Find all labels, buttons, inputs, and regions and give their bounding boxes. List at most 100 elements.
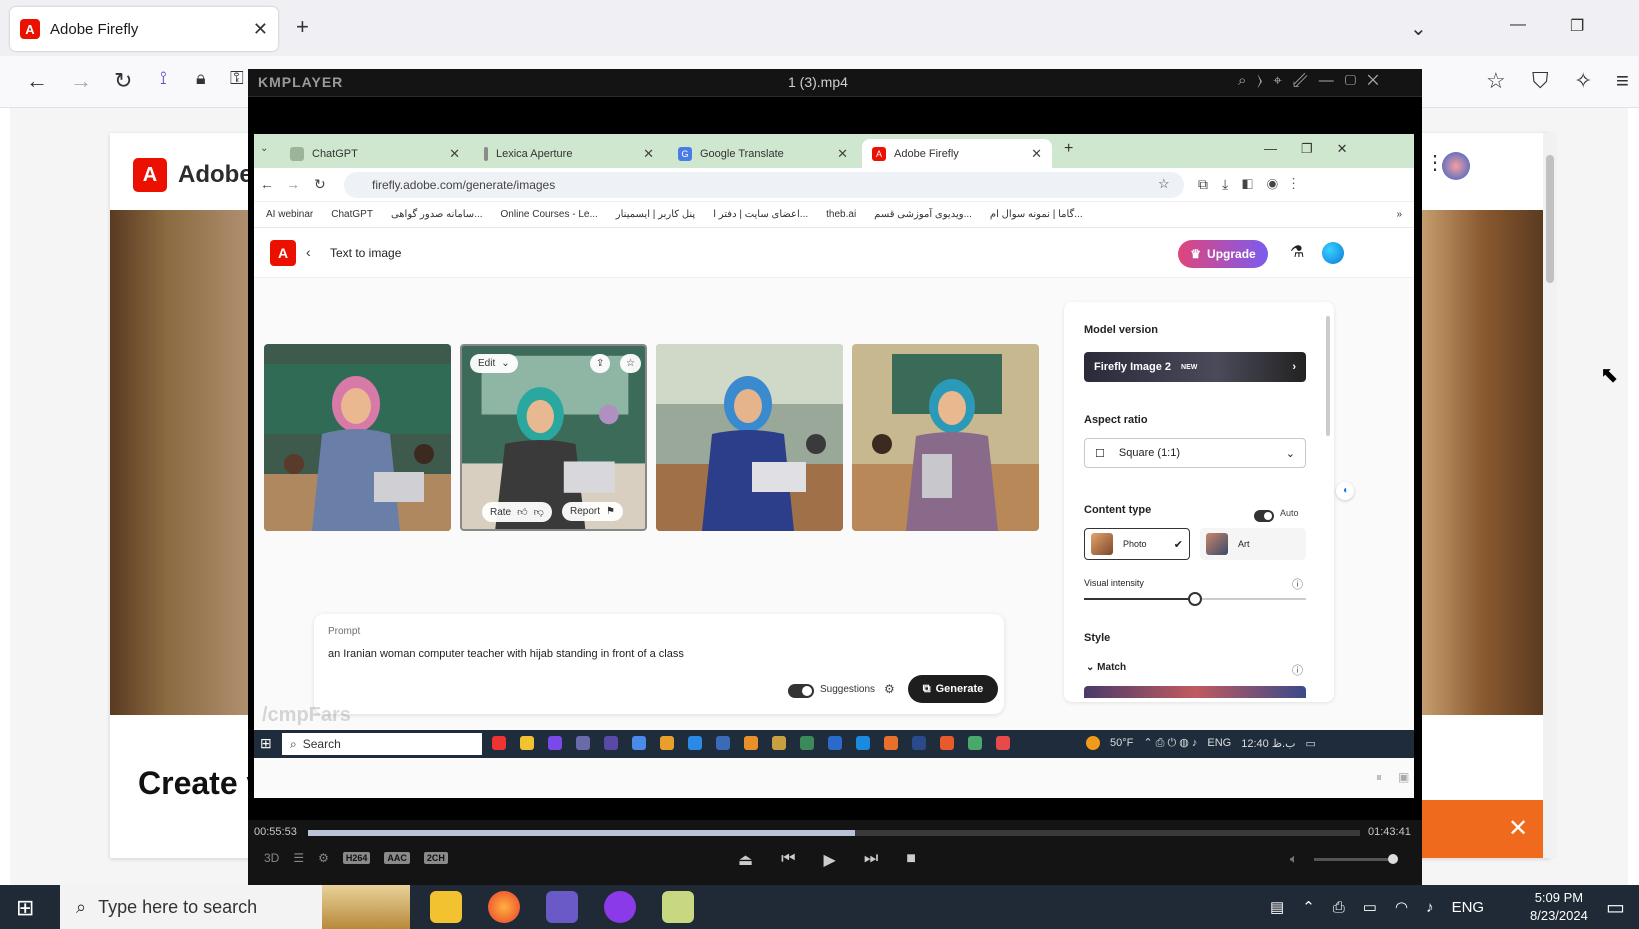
bookmark-item[interactable]: Online Courses - Le...	[501, 209, 598, 220]
pause-small-icon[interactable]: ⏸	[1376, 770, 1382, 785]
app-icon[interactable]	[912, 736, 926, 750]
outer-tab-close-icon[interactable]: ✕	[253, 19, 268, 40]
info-icon[interactable]: ⓘ	[1292, 662, 1303, 678]
bookmark-item[interactable]: theb.ai	[826, 209, 856, 220]
suggestions-toggle[interactable]	[788, 684, 814, 698]
generated-image-1[interactable]	[264, 344, 451, 531]
aspect-ratio-select[interactable]: ☐ Square (1:1) ⌄	[1084, 438, 1306, 468]
inner-tab-adobe-firefly[interactable]: A Adobe Firefly ✕	[862, 139, 1052, 168]
taskbar-search-box[interactable]: ⌕ Type here to search	[60, 885, 410, 929]
bookmark-item[interactable]: سامانه صدور گواهی...	[391, 209, 483, 220]
firefox-icon[interactable]	[488, 891, 520, 923]
folder-icon[interactable]	[520, 736, 534, 750]
3d-toggle-button[interactable]: 3D	[264, 851, 279, 865]
content-type-auto-toggle[interactable]	[1254, 510, 1274, 522]
edit-button[interactable]: Edit ⌄	[470, 354, 518, 373]
speaker-icon[interactable]: ♪	[1426, 899, 1434, 916]
report-button[interactable]: Report ⚑	[562, 502, 623, 521]
model-version-selector[interactable]: Firefly Image 2 NEW ›	[1084, 352, 1306, 382]
content-type-art[interactable]: Art	[1200, 528, 1306, 560]
inner-tab-close-icon[interactable]: ✕	[1031, 146, 1042, 162]
flask-icon[interactable]: ⚗	[1290, 242, 1304, 262]
stop-icon[interactable]: ■	[906, 850, 916, 870]
app-icon[interactable]	[828, 736, 842, 750]
weather-icon[interactable]	[1086, 736, 1100, 750]
inner-tab-search-icon[interactable]: ⌄	[260, 143, 268, 154]
content-type-photo[interactable]: Photo ✔	[1084, 528, 1190, 560]
collapse-panel-icon[interactable]: ◖	[1336, 482, 1354, 500]
reload-icon[interactable]: ↻	[114, 68, 132, 94]
panel-scrollbar-thumb[interactable]	[1326, 316, 1330, 436]
screen-icon[interactable]: ▣	[1398, 770, 1409, 784]
file-explorer-icon[interactable]	[430, 891, 462, 923]
forward-arrow-icon[interactable]: →	[70, 68, 92, 94]
inner-new-tab-button[interactable]: +	[1064, 140, 1073, 158]
style-reference-image[interactable]	[1084, 686, 1306, 698]
extensions-icon[interactable]: ⟟	[160, 68, 167, 89]
bookmark-item[interactable]: ویدیوی آموزشی قسم...	[874, 209, 972, 220]
inner-back-icon[interactable]: ←	[260, 176, 274, 192]
outer-scrollbar-thumb[interactable]	[1546, 155, 1554, 283]
app-icon[interactable]	[772, 736, 786, 750]
settings-gear-icon[interactable]: ⚙	[318, 851, 329, 865]
app-icon[interactable]	[856, 736, 870, 750]
prompt-input[interactable]: an Iranian woman computer teacher with h…	[328, 648, 684, 660]
info-icon[interactable]: ⓘ	[1292, 576, 1303, 592]
app-icon[interactable]	[968, 736, 982, 750]
inner-search-box[interactable]: ⌕ Search	[282, 733, 482, 755]
generated-image-4[interactable]	[852, 344, 1039, 531]
bookmark-item[interactable]: ChatGPT	[331, 209, 373, 220]
previous-icon[interactable]: ⏮	[781, 850, 795, 870]
windows-start-icon[interactable]: ⊞	[16, 895, 34, 921]
adobe-logo-icon[interactable]: A	[133, 158, 167, 192]
inner-tab-close-icon[interactable]: ✕	[643, 146, 654, 162]
visual-intensity-knob[interactable]	[1188, 592, 1202, 606]
upgrade-button[interactable]: ♛ Upgrade	[1178, 240, 1268, 268]
playlist-icon[interactable]: ☰	[293, 851, 304, 865]
inner-bookmark-star-icon[interactable]: ☆	[1158, 176, 1170, 192]
next-icon[interactable]: ⏭	[864, 850, 878, 870]
bookmarks-more-icon[interactable]: »	[1396, 209, 1402, 220]
rate-control[interactable]: Rate 👍︎ 👎︎	[482, 502, 552, 522]
bookmark-item[interactable]: پنل کاربر | ایسمینار	[616, 209, 695, 220]
app-icon[interactable]	[884, 736, 898, 750]
app-icon[interactable]	[548, 736, 562, 750]
firefly-avatar[interactable]	[1322, 242, 1344, 264]
inner-tab-close-icon[interactable]: ✕	[837, 146, 848, 162]
thumbs-down-icon[interactable]: 👎︎	[534, 506, 544, 518]
inner-address-bar[interactable]: firefly.adobe.com/generate/images	[344, 172, 1184, 198]
inner-language[interactable]: ENG	[1207, 737, 1231, 749]
user-avatar[interactable]	[1442, 152, 1470, 180]
back-chevron-icon[interactable]: ‹	[306, 244, 311, 260]
star-icon[interactable]: ☆	[1486, 68, 1506, 94]
inner-tab-chatgpt[interactable]: ChatGPT ✕	[280, 139, 470, 168]
eject-icon[interactable]: ⏏	[738, 850, 753, 870]
notification-icon[interactable]: ▭	[1606, 895, 1625, 920]
thumbs-up-icon[interactable]: 👍︎	[517, 506, 527, 518]
generated-image-2[interactable]: Edit ⌄ ⇪ ☆ Rate 👍︎ 👎︎ Report ⚑	[460, 344, 647, 531]
generate-button[interactable]: ⧉ Generate	[908, 675, 998, 703]
outer-scrollbar[interactable]	[1543, 133, 1557, 858]
volume-slider[interactable]	[1314, 858, 1394, 861]
battery-icon[interactable]: ▭	[1363, 898, 1377, 916]
tray-icons[interactable]: ⌃ ⎙ ⏻ ◍ ♪	[1143, 736, 1197, 750]
kmplayer-logo[interactable]: KMPLAYER	[258, 74, 343, 90]
app-icon[interactable]	[800, 736, 814, 750]
outer-restore-button[interactable]: ❐	[1570, 16, 1584, 36]
app-icon[interactable]	[996, 736, 1010, 750]
match-expander[interactable]: ⌄ Match	[1086, 662, 1126, 673]
play-icon[interactable]: ▶	[824, 850, 836, 870]
inner-tab-google-translate[interactable]: G Google Translate ✕	[668, 139, 858, 168]
kmplayer-window-controls[interactable]: ⌕⟩⌖⇙—▢✕	[1238, 72, 1390, 89]
chrome-icon[interactable]	[660, 736, 674, 750]
app-icon[interactable]	[940, 736, 954, 750]
generated-image-3[interactable]	[656, 344, 843, 531]
app-icon[interactable]	[688, 736, 702, 750]
bookmark-item[interactable]: گاما | نمونه سوال ام...	[990, 209, 1083, 220]
app-icon[interactable]	[744, 736, 758, 750]
tray-overflow-icon[interactable]: ⌃	[1302, 898, 1315, 916]
inner-window-controls[interactable]: —❐✕	[1264, 141, 1372, 157]
volume-knob[interactable]	[1388, 854, 1398, 864]
inner-tab-close-icon[interactable]: ✕	[449, 146, 460, 162]
tray-icon[interactable]: ⎙	[1333, 899, 1345, 916]
